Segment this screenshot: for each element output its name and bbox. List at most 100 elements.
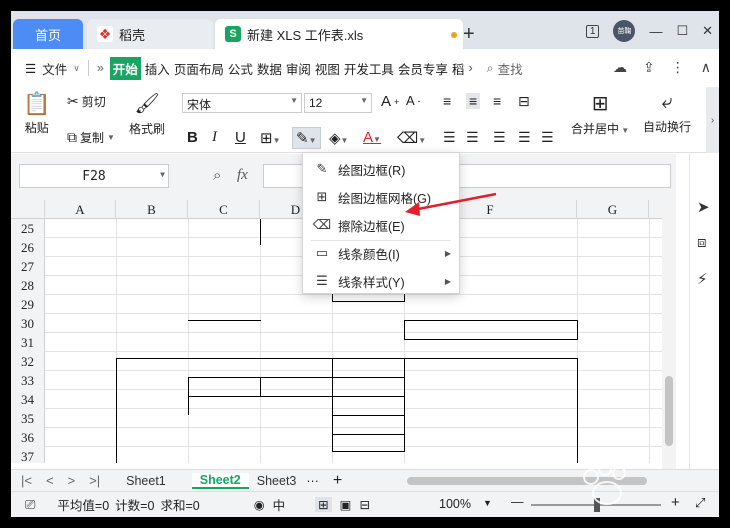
zoom-level[interactable]: 100% xyxy=(439,497,471,511)
ribbon-scroll-right-icon[interactable]: › xyxy=(706,87,719,153)
cursor-select-icon[interactable]: ➤ xyxy=(697,198,710,216)
merge-center-button[interactable]: ⊞ 合并居中 ▼ xyxy=(571,91,629,137)
paste-button[interactable]: 📋 粘贴 xyxy=(23,91,50,136)
font-color-button[interactable]: A▼ xyxy=(363,129,381,146)
collapse-ribbon-icon[interactable]: ∧ xyxy=(701,59,711,76)
column-header[interactable]: C xyxy=(188,200,260,219)
menu-item-line-color[interactable]: ▭ 线条颜色(I) ▶ xyxy=(303,239,459,267)
sheet-tab-3[interactable]: Sheet3 xyxy=(249,474,305,488)
align-center-icon[interactable]: ☰ xyxy=(466,129,479,146)
add-sheet-icon[interactable]: + xyxy=(333,472,342,490)
menu-tab-developer[interactable]: 开发工具 xyxy=(344,59,394,78)
page-layout-icon[interactable]: ▣ xyxy=(340,497,352,512)
font-name-select[interactable]: 宋体 ▼ xyxy=(182,93,302,113)
macro-record-icon[interactable]: ⎚ xyxy=(25,497,35,513)
name-box[interactable]: F28 ▼ xyxy=(19,164,169,188)
font-shrink-icon[interactable]: A- xyxy=(406,93,421,108)
menu-tab-start[interactable]: 开始 xyxy=(109,56,141,80)
underline-button[interactable]: U xyxy=(235,129,246,146)
italic-button[interactable]: I xyxy=(212,129,217,146)
row-header[interactable]: 26 xyxy=(11,238,45,257)
last-sheet-icon[interactable]: >| xyxy=(89,473,100,488)
normal-view-icon[interactable]: ⊞ xyxy=(315,497,332,512)
cut-button[interactable]: ✂ 剪切 xyxy=(67,93,106,110)
draw-border-menu-button[interactable]: ✎▼ xyxy=(292,127,321,149)
sheet-tab-1[interactable]: Sheet1 xyxy=(118,474,174,488)
row-header[interactable]: 28 xyxy=(11,276,45,295)
menu-expand-icon[interactable]: » xyxy=(97,61,104,75)
column-header[interactable]: A xyxy=(45,200,116,219)
shapes-panel-icon[interactable]: ⧈ xyxy=(697,234,707,251)
font-size-select[interactable]: 12 ▼ xyxy=(304,93,372,113)
more-sheets-icon[interactable]: ··· xyxy=(306,474,319,488)
fullscreen-icon[interactable]: ⤢ xyxy=(695,495,705,511)
row-header[interactable]: 32 xyxy=(11,352,45,371)
auto-wrap-button[interactable]: ⤶ 自动换行 xyxy=(643,91,691,135)
sheet-tab-2[interactable]: Sheet2 xyxy=(191,472,249,489)
vertical-scrollbar[interactable] xyxy=(662,200,676,470)
justify-icon[interactable]: ☰ xyxy=(518,129,531,146)
cloud-sync-icon[interactable]: ☁ xyxy=(613,59,627,76)
menu-item-line-style[interactable]: ☰ 线条样式(Y) ▶ xyxy=(303,267,459,295)
menu-tab-view[interactable]: 视图 xyxy=(315,59,340,78)
row-header[interactable]: 27 xyxy=(11,257,45,276)
column-header[interactable]: B xyxy=(116,200,188,219)
avatar[interactable]: 苗鞠 xyxy=(613,20,636,42)
more-icon[interactable]: ⋮ xyxy=(671,59,685,76)
align-left-icon[interactable]: ☰ xyxy=(443,129,456,146)
eye-protection-icon[interactable]: ◉ xyxy=(254,497,265,512)
menu-tab-formula[interactable]: 公式 xyxy=(228,59,253,78)
menu-scroll-right-icon[interactable]: › xyxy=(468,61,472,75)
font-grow-icon[interactable]: A + xyxy=(381,93,399,110)
borders-button[interactable]: ⊞▼ xyxy=(260,129,281,147)
menu-item-erase-border[interactable]: ⌫ 擦除边框(E) xyxy=(303,211,459,239)
row-header[interactable]: 37 xyxy=(11,447,45,463)
menu-tab-insert[interactable]: 插入 xyxy=(145,59,170,78)
smart-tool-icon[interactable]: ⚡ xyxy=(697,270,708,288)
zoom-in-icon[interactable]: + xyxy=(671,494,680,511)
align-right-icon[interactable]: ☰ xyxy=(493,129,506,146)
row-header[interactable]: 31 xyxy=(11,333,45,352)
row-header[interactable]: 30 xyxy=(11,314,45,333)
distributed-align-icon[interactable]: ☰ xyxy=(541,129,554,146)
menu-tab-member[interactable]: 会员专享 xyxy=(398,59,448,78)
row-header[interactable]: 35 xyxy=(11,409,45,428)
function-icon[interactable]: fx xyxy=(237,167,248,184)
format-painter-button[interactable]: 🖌 格式刷 xyxy=(129,91,165,137)
menu-tab-review[interactable]: 审阅 xyxy=(286,59,311,78)
page-break-icon[interactable]: ⊟ xyxy=(359,497,369,512)
row-header[interactable]: 25 xyxy=(11,219,45,238)
window-count-badge[interactable]: 1 xyxy=(585,24,600,38)
minimize-button[interactable]: — xyxy=(649,24,662,39)
tab-document[interactable]: S 新建 XLS 工作表.xls xyxy=(215,19,463,49)
maximize-button[interactable]: ☐ xyxy=(676,23,688,39)
menu-tab-data[interactable]: 数据 xyxy=(257,59,282,78)
prev-sheet-icon[interactable]: < xyxy=(46,473,54,488)
bold-button[interactable]: B xyxy=(187,129,198,146)
align-middle-icon[interactable]: ≡ xyxy=(466,93,481,109)
row-header[interactable]: 34 xyxy=(11,390,45,409)
zoom-out-icon[interactable]: — xyxy=(511,495,524,509)
orientation-icon[interactable]: ⊟ xyxy=(518,93,530,110)
file-menu[interactable]: ☰ 文件 ∨ xyxy=(25,59,80,78)
input-lang-indicator[interactable]: 中 xyxy=(273,495,286,514)
new-tab-button[interactable]: + xyxy=(463,23,475,46)
select-all-corner[interactable] xyxy=(11,200,45,219)
align-bottom-icon[interactable]: ≡ xyxy=(493,93,501,109)
row-header[interactable]: 36 xyxy=(11,428,45,447)
clear-format-button[interactable]: ⌫▼ xyxy=(397,129,426,147)
zoom-dropdown-icon[interactable]: ▼ xyxy=(483,498,492,508)
vertical-scroll-thumb[interactable] xyxy=(665,376,673,446)
search-box[interactable]: ⌕ 查找 xyxy=(487,59,523,78)
row-header[interactable]: 33 xyxy=(11,371,45,390)
copy-button[interactable]: ⧉ 复制 ▼ xyxy=(67,129,115,146)
column-header[interactable]: G xyxy=(577,200,649,219)
tab-home[interactable]: 首页 xyxy=(13,19,83,49)
menu-item-draw-border[interactable]: ✎ 绘图边框(R) xyxy=(303,155,459,183)
align-top-icon[interactable]: ≡ xyxy=(443,93,451,109)
row-header[interactable]: 29 xyxy=(11,295,45,314)
menu-tab-daoke[interactable]: 稻 xyxy=(452,59,465,78)
fill-color-button[interactable]: ◈▼ xyxy=(329,129,348,147)
zoom-search-icon[interactable]: ⌕ xyxy=(213,167,221,184)
next-sheet-icon[interactable]: > xyxy=(68,473,76,488)
